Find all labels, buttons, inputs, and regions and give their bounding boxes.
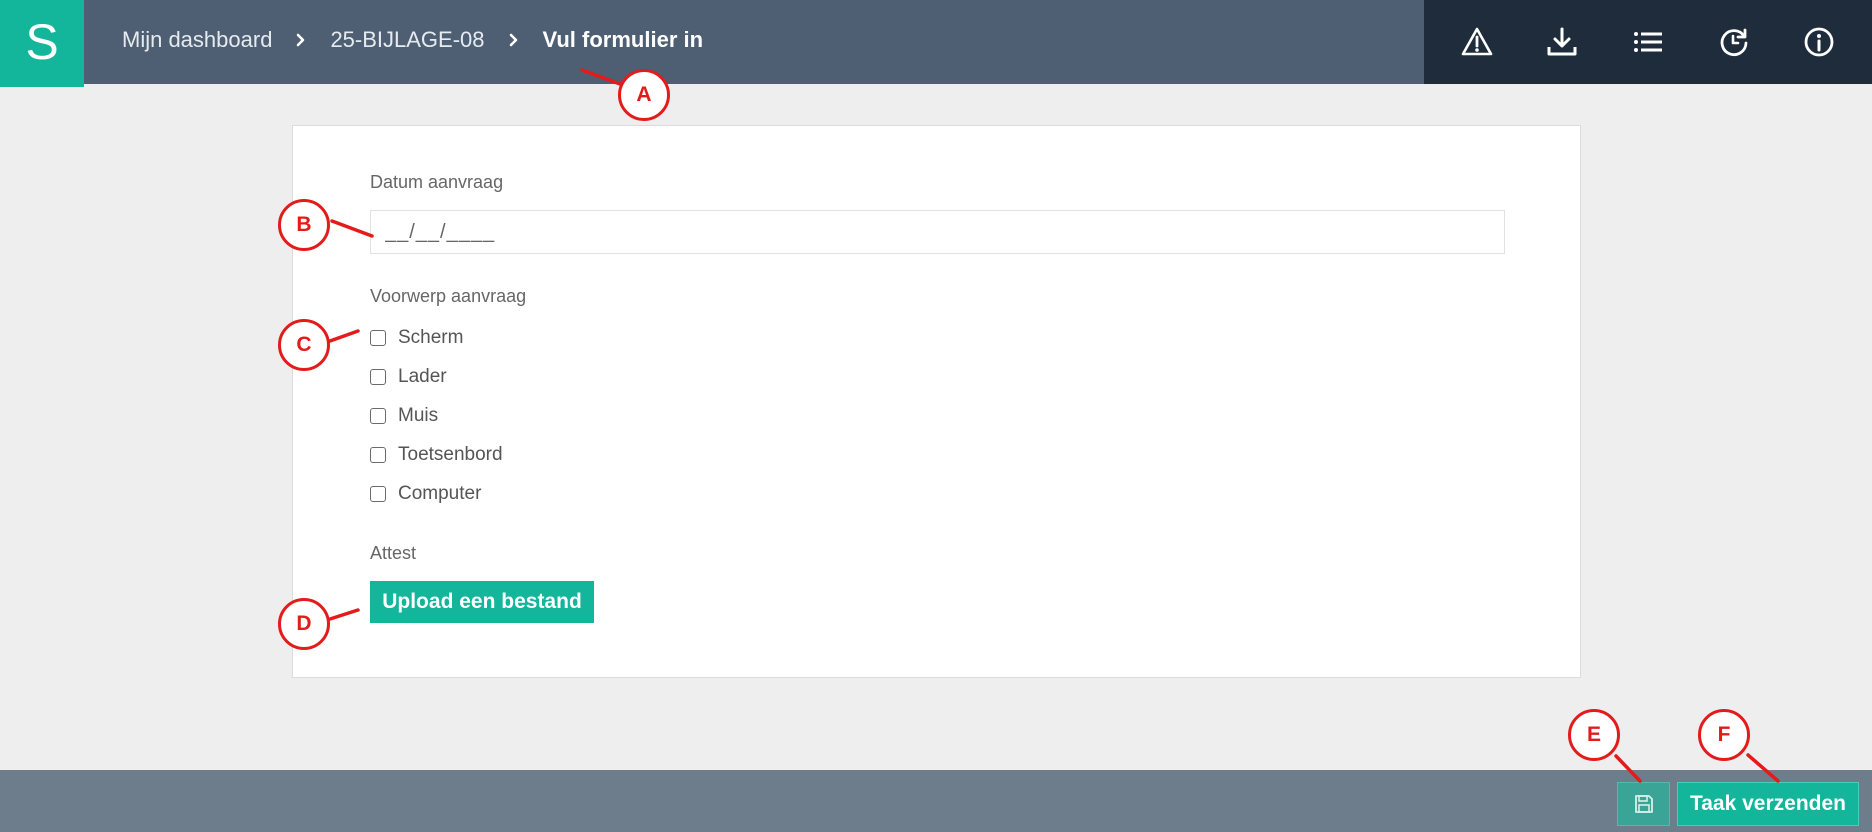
save-icon (1634, 795, 1653, 813)
history-button[interactable] (1704, 12, 1764, 72)
option-label: Toetsenbord (398, 444, 503, 465)
checkbox[interactable] (370, 486, 386, 502)
option-computer[interactable]: Computer (370, 481, 481, 507)
chevron-right-icon (503, 29, 525, 51)
breadcrumb-case[interactable]: 25-BIJLAGE-08 (330, 27, 484, 53)
option-label: Muis (398, 405, 439, 426)
breadcrumb-dashboard[interactable]: Mijn dashboard (122, 27, 272, 53)
info-icon (1804, 27, 1834, 57)
breadcrumb-current: Vul formulier in (542, 27, 704, 52)
warning-icon (1461, 27, 1493, 56)
callout-b: B (278, 199, 330, 251)
breadcrumb: Mijn dashboard 25-BIJLAGE-08 Vul formuli… (122, 0, 703, 80)
checkbox[interactable] (370, 447, 386, 463)
attest-label: Attest (370, 543, 417, 563)
history-icon (1720, 28, 1747, 56)
subject-label: Voorwerp aanvraag (370, 286, 527, 306)
logo-letter: S (25, 14, 59, 70)
option-toetsenbord[interactable]: Toetsenbord (370, 442, 503, 468)
bottom-footer (0, 770, 1872, 832)
callout-f: F (1698, 709, 1750, 761)
callout-d: D (278, 598, 330, 650)
option-scherm[interactable]: Scherm (370, 325, 463, 351)
date-label: Datum aanvraag (370, 172, 504, 192)
date-input[interactable] (370, 210, 1505, 254)
download-icon (1547, 27, 1577, 56)
checkbox[interactable] (370, 369, 386, 385)
send-task-button[interactable]: Taak verzenden (1677, 782, 1859, 826)
callout-e: E (1568, 709, 1620, 761)
option-muis[interactable]: Muis (370, 403, 438, 429)
checkbox[interactable] (370, 330, 386, 346)
app-logo[interactable]: S (0, 0, 84, 84)
option-label: Lader (398, 366, 447, 387)
logo-underline (0, 84, 84, 87)
list-button[interactable] (1618, 12, 1678, 72)
option-label: Computer (398, 483, 482, 504)
header-toolbar (1424, 0, 1872, 84)
warning-button[interactable] (1447, 12, 1507, 72)
callout-c: C (278, 319, 330, 371)
download-button[interactable] (1532, 12, 1592, 72)
info-button[interactable] (1789, 12, 1849, 72)
option-lader[interactable]: Lader (370, 364, 447, 390)
top-header: S Mijn dashboard 25-BIJLAGE-08 Vul formu… (0, 0, 1872, 84)
chevron-right-icon (290, 29, 312, 51)
callout-a: A (618, 69, 670, 121)
form-card: Datum aanvraag Voorwerp aanvraag Scherm … (292, 125, 1581, 678)
list-icon (1633, 32, 1662, 52)
checkbox[interactable] (370, 408, 386, 424)
option-label: Scherm (398, 327, 464, 348)
save-button[interactable] (1617, 782, 1670, 826)
upload-file-button[interactable]: Upload een bestand (370, 581, 594, 623)
